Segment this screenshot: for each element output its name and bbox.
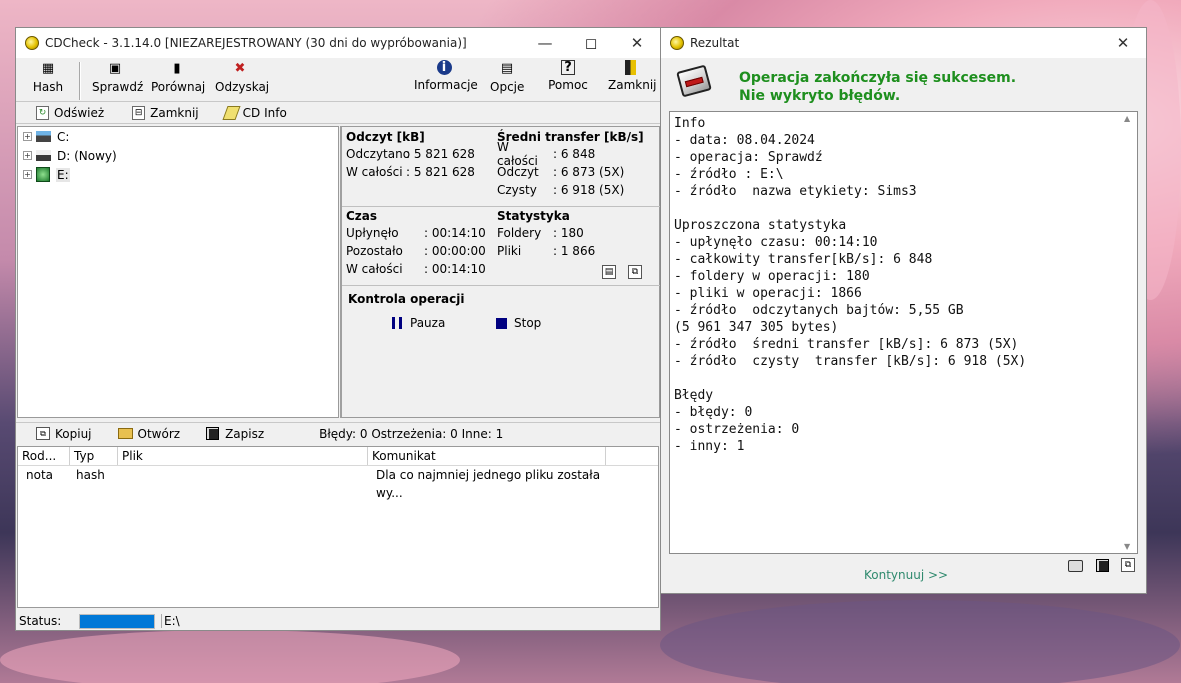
info-icon: i [436,60,452,75]
message-list[interactable]: Rod... Typ Plik Komunikat nota hash Dla … [17,446,659,608]
result-close-button[interactable]: ✕ [1100,28,1146,58]
print-icon[interactable] [1068,560,1083,572]
czas-header: Czas [346,209,378,223]
maximize-button[interactable]: ◻ [568,28,614,58]
window-title: CDCheck - 3.1.14.0 [NIEZAREJESTROWANY (3… [45,36,467,50]
odczyt-header: Odczyt [kB] [346,130,425,144]
result-report-box[interactable]: Info - data: 08.04.2024 - operacja: Spra… [669,111,1138,554]
column-typ[interactable]: Typ [70,447,118,465]
kopiuj-button[interactable]: ⧉ Kopiuj [36,427,92,441]
opcje-button[interactable]: ▤ Opcje [490,60,524,94]
drive-e-sims-icon [36,167,50,182]
copy-icon[interactable]: ⧉ [628,265,642,279]
exit-door-icon [624,60,636,75]
odczyt-section: Odczyt [kB] Odczytano: 5 821 628 W całoś… [346,130,496,181]
pomoc-button[interactable]: ? Pomoc [548,60,588,92]
background-blossom [0,630,460,683]
collapse-tree-icon: ⊟ [132,105,146,120]
informacje-button[interactable]: i Informacje [414,60,478,92]
save-disk-icon [206,427,220,440]
status-path: E:\ [161,614,180,628]
zamknij-button[interactable]: Zamknij [608,60,657,92]
hash-icon: ▦ [41,61,55,76]
status-bar: Status: E:\ [17,612,659,630]
odzyskaj-button[interactable]: ✖ Odzyskaj [215,60,269,94]
copy-icon[interactable]: ⧉ [1121,558,1135,572]
continue-button[interactable]: Kontynuuj >> [864,568,948,582]
list-header: Rod... Typ Plik Komunikat [18,447,658,466]
odswiez-button[interactable]: ↻ Odśwież [36,105,104,120]
disc-label-icon [222,105,241,120]
status-label: Status: [19,614,62,628]
close-button[interactable]: ✕ [614,28,660,58]
hash-button[interactable]: ▦ Hash [32,60,64,94]
tree-node-d[interactable]: + D: (Nowy) [18,146,338,165]
result-headline: Operacja zakończyła się sukcesem. Nie wy… [739,70,1017,104]
result-title-bar[interactable]: Rezultat ✕ [661,28,1146,58]
column-plik[interactable]: Plik [118,447,368,465]
drive-c-icon [36,131,51,142]
kontrola-header: Kontrola operacji [348,292,465,306]
check-icon: ▣ [108,61,122,76]
expand-icon[interactable]: + [23,170,32,179]
options-icon: ▤ [500,61,514,76]
tree-zamknij-button[interactable]: ⊟ Zamknij [132,105,199,120]
cdinfo-button[interactable]: CD Info [222,105,287,120]
minimize-button[interactable]: — [522,28,568,58]
open-folder-icon [117,428,133,439]
column-komunikat[interactable]: Komunikat [368,447,606,465]
toolbar-separator [79,62,81,100]
stop-icon [496,317,507,329]
list-item[interactable]: nota hash Dla co najmniej jednego pliku … [18,466,658,500]
check-disk-icon [676,64,712,98]
otworz-button[interactable]: Otwórz [117,427,180,441]
expand-icon[interactable]: + [23,132,32,141]
column-rodzaj[interactable]: Rod... [18,447,70,465]
compare-icon: ▮ [173,61,181,76]
save-disk-icon[interactable] [1096,559,1109,572]
stop-button[interactable]: Stop [496,316,541,330]
statystyka-section: Statystyka Foldery: 180 Pliki: 1 866 [497,209,657,260]
status-progress-bar [79,613,155,629]
message-summary: Błędy: 0 Ostrzeżenia: 0 Inne: 1 [319,426,504,441]
tree-node-c[interactable]: + C: [18,127,338,146]
recover-icon: ✖ [234,61,246,76]
scroll-down-icon[interactable]: ▼ [1124,542,1130,551]
status-progress-fill [80,614,154,628]
statystyka-header: Statystyka [497,209,570,223]
tree-node-e[interactable]: + E: [18,165,338,184]
app-icon [25,36,39,50]
result-report-text: Info - data: 08.04.2024 - operacja: Spra… [674,116,1027,454]
pauza-button[interactable]: Pauza [392,316,445,330]
stats-panel: Odczyt [kB] Odczytano: 5 821 628 W całoś… [340,126,660,418]
title-bar[interactable]: CDCheck - 3.1.14.0 [NIEZAREJESTROWANY (3… [16,28,660,58]
main-toolbar: ▦ Hash ▣ Sprawdź ▮ Porównaj ✖ Odzyskaj i Info… [16,58,660,102]
message-toolbar: ⧉ Kopiuj Otwórz Zapisz Błędy: 0 Ostrzeżen… [16,422,660,444]
copy-icon: ⧉ [36,427,50,440]
divider [342,206,660,207]
sprawdz-button[interactable]: ▣ Sprawdź [92,60,143,94]
transfer-section: Średni transfer [kB/s] W całości: 6 848 … [497,130,657,199]
porownaj-button[interactable]: ▮ Porównaj [151,60,205,94]
result-window-title: Rezultat [690,36,740,50]
divider [342,285,660,286]
scroll-up-icon[interactable]: ▲ [1124,114,1130,123]
tree-toolbar: ↻ Odśwież ⊟ Zamknij CD Info [16,102,660,124]
pause-icon [392,317,402,329]
zapisz-button[interactable]: Zapisz [206,427,264,441]
expand-icon[interactable]: + [23,151,32,160]
drive-d-icon [36,150,51,161]
vertical-scrollbar[interactable]: ▲ ▼ [1121,112,1137,553]
drive-tree[interactable]: + C: + D: (Nowy) + E: [17,126,339,418]
czas-section: Czas Upłynęło: 00:14:10 Pozostało: 00:00… [346,209,496,278]
help-icon: ? [561,60,575,75]
background-blossom [660,600,1180,683]
app-icon [670,36,684,50]
save-report-icon[interactable]: ▤ [602,265,616,279]
refresh-icon: ↻ [36,105,49,120]
